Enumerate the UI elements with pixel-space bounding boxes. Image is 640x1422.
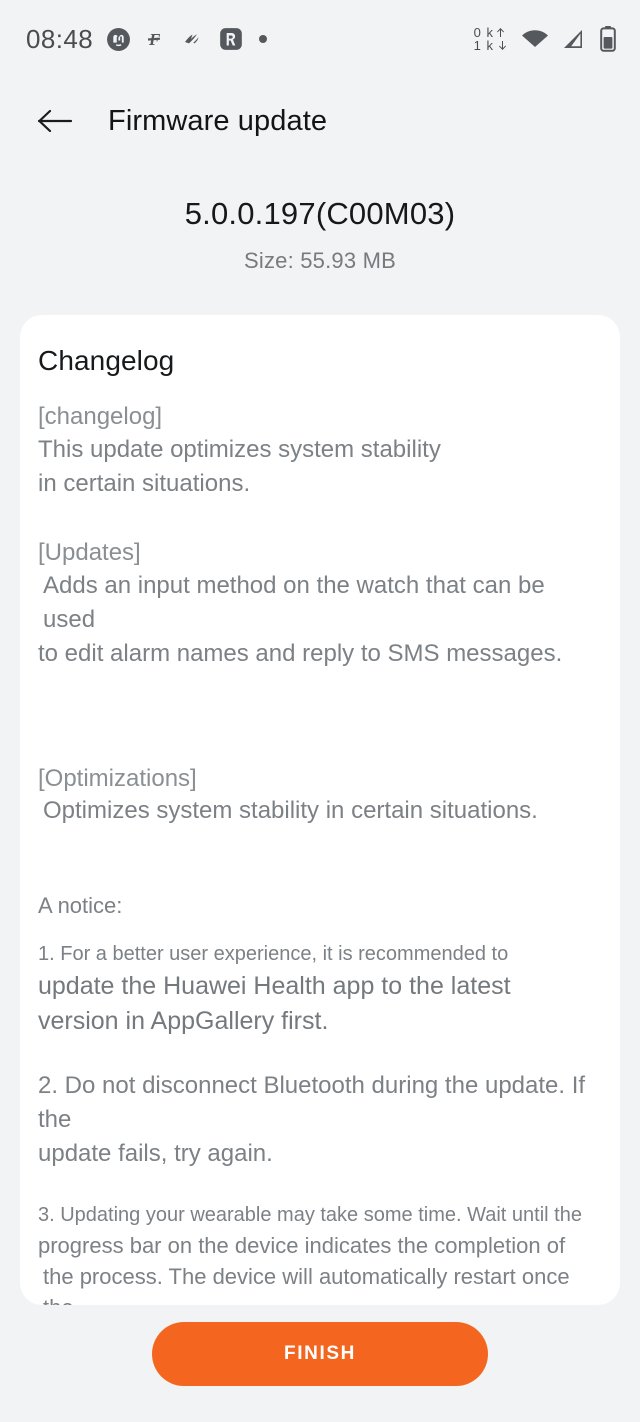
section-head-changelog: [changelog] [38, 403, 163, 430]
changelog-section-changelog: [changelog] This update optimizes system… [38, 401, 600, 501]
battery-icon [598, 25, 618, 53]
notice-item-3: 3. Updating your wearable may take some … [38, 1201, 600, 1305]
changelog-card: Changelog [changelog] This update optimi… [20, 315, 620, 1305]
firmware-update-screen: 08:48 F [0, 0, 640, 1422]
update-size: Size: 55.93 MB [244, 248, 396, 273]
section-changelog-line-2: in certain situations. [38, 469, 251, 497]
swoosh-app-icon [181, 27, 205, 51]
network-download-rate: 1 k [473, 38, 494, 53]
cellular-signal-icon [561, 27, 587, 51]
section-updates-line-2: to edit alarm names and reply to SMS mes… [38, 639, 563, 667]
wifi-icon [520, 27, 550, 51]
notice-3-line-2: progress bar on the device indicates the… [38, 1232, 566, 1258]
changelog-section-updates: [Updates] Adds an input method on the wa… [38, 537, 600, 671]
notice-1-line-1: 1. For a better user experience, it is r… [38, 942, 509, 965]
status-bar-clock: 08:48 [26, 23, 94, 54]
status-bar-left: 08:48 F [26, 24, 269, 55]
back-button[interactable] [36, 101, 76, 141]
r-app-icon [218, 26, 244, 52]
notice-1-line-2: update the Huawei Health app to the late… [38, 971, 511, 1000]
changelog-section-optimizations: [Optimizations] Optimizes system stabili… [38, 763, 600, 829]
notice-block: A notice: 1. For a better user experienc… [38, 890, 600, 1305]
notice-2-line-2: update fails, try again. [38, 1139, 273, 1167]
f-app-icon: F [144, 27, 168, 51]
status-bar: 08:48 F [0, 0, 640, 78]
dot-icon [257, 33, 269, 45]
version-number: 5.0.0.197(C00M03) [184, 196, 456, 231]
section-head-optimizations: [Optimizations] [38, 764, 197, 792]
notice-1-line-3: version in AppGallery first. [38, 1006, 329, 1035]
network-arrows-icon [495, 26, 509, 52]
mastodon-icon [106, 27, 131, 52]
notice-3-line-1: 3. Updating your wearable may take some … [38, 1203, 582, 1226]
notice-3-line-3: the process. The device will automatical… [43, 1264, 570, 1305]
page-title: Firmware update [108, 104, 328, 137]
notice-item-2: 2. Do not disconnect Bluetooth during th… [38, 1069, 600, 1171]
section-updates-line-1: Adds an input method on the watch that c… [43, 571, 545, 633]
finish-button[interactable]: FINISH [152, 1322, 488, 1386]
notice-item-1: 1. For a better user experience, it is r… [38, 940, 600, 1039]
status-bar-right: 0 k 1 k [474, 25, 618, 53]
changelog-title: Changelog [38, 345, 175, 376]
section-head-updates: [Updates] [38, 538, 141, 566]
section-optimizations-line-1: Optimizes system stability in certain si… [43, 797, 538, 825]
notice-2-line-1: 2. Do not disconnect Bluetooth during th… [38, 1071, 586, 1133]
back-arrow-icon [37, 109, 73, 133]
version-block: 5.0.0.197(C00M03) Size: 55.93 MB [0, 164, 640, 274]
network-speed-indicator: 0 k 1 k [474, 26, 509, 52]
section-changelog-line-1: This update optimizes system stability [38, 435, 441, 463]
page-header: Firmware update [0, 78, 640, 164]
notice-heading: A notice: [38, 893, 123, 919]
footer-actions: FINISH [0, 1322, 640, 1386]
